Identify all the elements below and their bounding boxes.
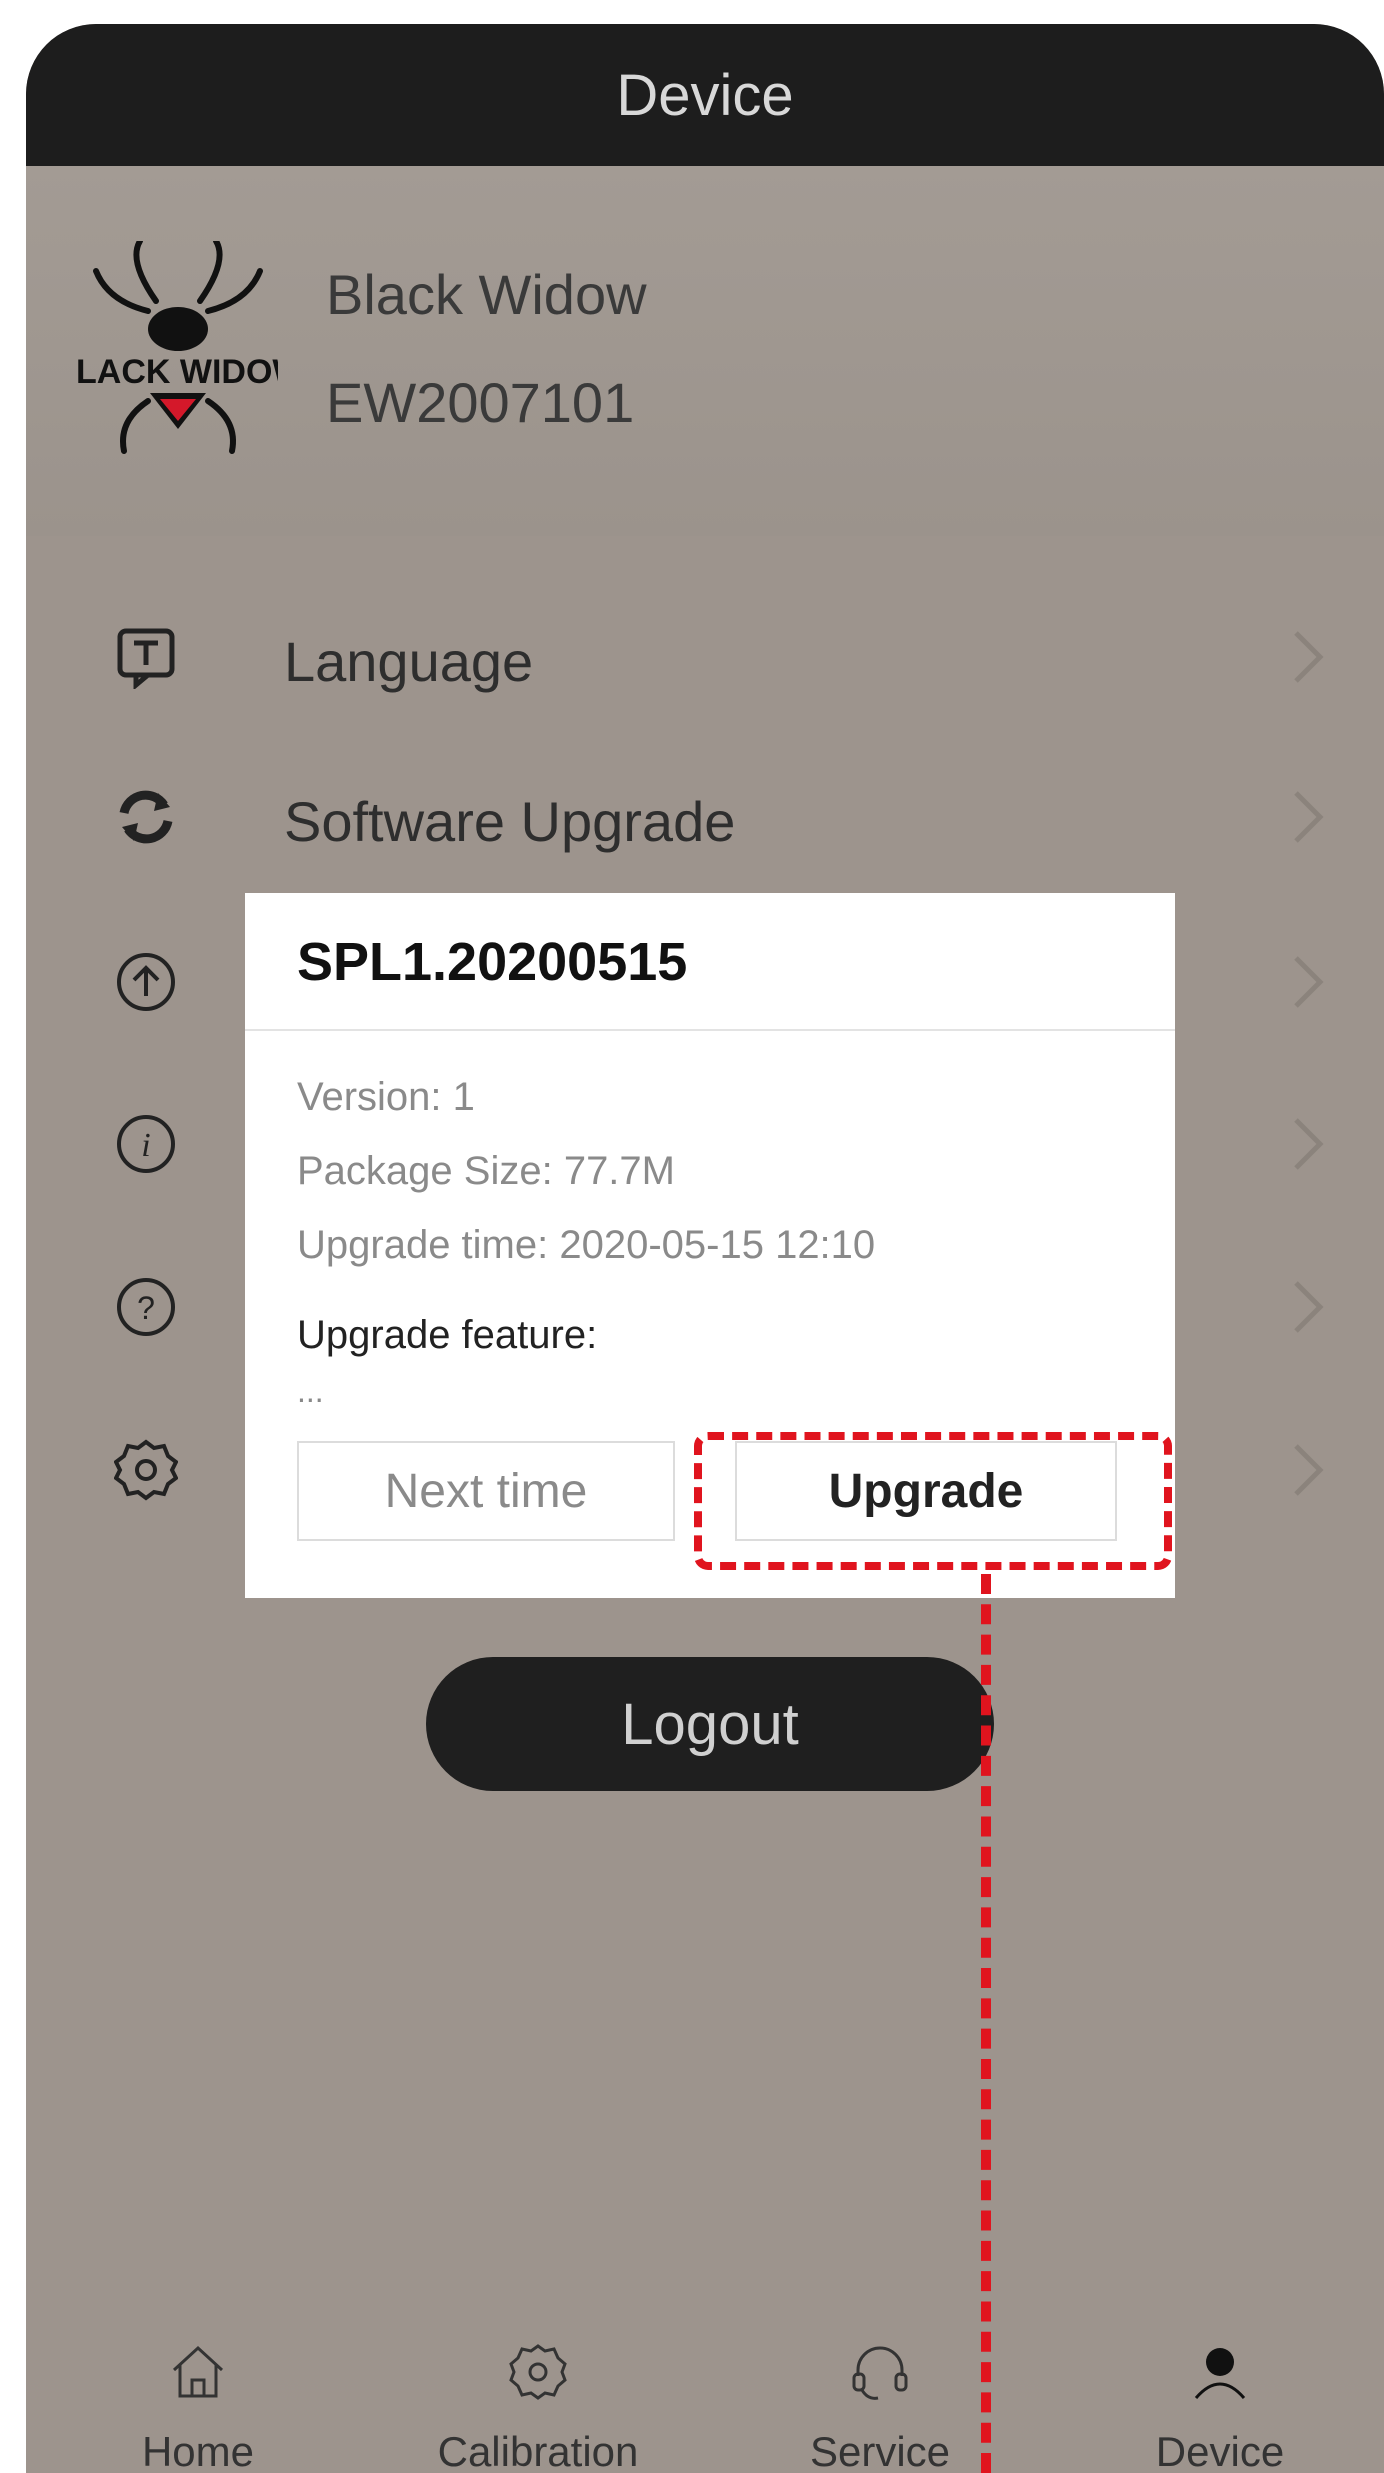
chevron-right-icon	[1294, 631, 1324, 683]
tab-home[interactable]: Home	[68, 2324, 328, 2473]
upgrade-feature-text: ...	[297, 1373, 324, 1409]
upgrade-feature-label: Upgrade feature:	[297, 1313, 598, 1357]
tab-calibration[interactable]: Calibration	[408, 2324, 668, 2473]
refresh-icon	[119, 790, 173, 844]
header-bar: Device	[26, 24, 1384, 166]
menu-label: Language	[284, 630, 534, 693]
chevron-right-icon	[1294, 956, 1324, 1008]
dialog-title: SPL1.20200515	[297, 932, 688, 992]
gear-icon	[509, 2344, 567, 2400]
tab-device[interactable]: Device	[1090, 2324, 1350, 2473]
home-icon	[172, 2345, 224, 2398]
chevron-right-icon	[1294, 1281, 1324, 1333]
tab-label: Home	[141, 2428, 255, 2473]
page-title: Device	[616, 62, 794, 128]
version-text: Version: 1	[297, 1075, 475, 1119]
svg-text:i: i	[141, 1127, 150, 1164]
device-serial: EW2007101	[326, 371, 635, 434]
next-time-button[interactable]: Next time	[297, 1441, 675, 1541]
translate-icon	[117, 628, 175, 689]
dialog-divider	[245, 1029, 1175, 1031]
chevron-right-icon	[1294, 791, 1324, 843]
chevron-right-icon	[1294, 1118, 1324, 1170]
black-widow-logo: BLACK WIDOW	[78, 241, 278, 454]
bottom-tab-bar: Home Calibration Service Device	[26, 2324, 1384, 2473]
menu-item-software-upgrade[interactable]: Software Upgrade	[26, 739, 1384, 889]
menu-item-language[interactable]: Language	[26, 579, 1384, 729]
device-profile: BLACK WIDOW Black Widow EW2007101	[26, 166, 1384, 536]
headset-icon	[852, 2346, 908, 2400]
help-icon: ?	[117, 1278, 175, 1336]
upgrade-time-text: Upgrade time: 2020-05-15 12:10	[297, 1223, 876, 1267]
package-size-text: Package Size: 77.7M	[297, 1149, 675, 1193]
upgrade-dialog: SPL1.20200515 Version: 1 Package Size: 7…	[245, 893, 1175, 1598]
logout-button[interactable]: Logout	[426, 1657, 994, 1791]
tab-label: Device	[1155, 2428, 1285, 2473]
info-icon: i	[117, 1115, 175, 1173]
tab-label: Service	[809, 2428, 951, 2473]
gear-icon	[114, 1439, 178, 1501]
tab-service[interactable]: Service	[750, 2324, 1010, 2473]
device-name: Black Widow	[326, 263, 647, 326]
upgrade-button[interactable]: Upgrade	[735, 1441, 1117, 1541]
upload-circle-icon	[117, 953, 175, 1011]
svg-text:?: ?	[137, 1290, 155, 1326]
logo-text: BLACK WIDOW	[78, 353, 278, 391]
tab-label: Calibration	[437, 2428, 639, 2473]
menu-label: Software Upgrade	[284, 790, 736, 853]
chevron-right-icon	[1294, 1444, 1324, 1496]
user-icon	[1194, 2348, 1246, 2399]
